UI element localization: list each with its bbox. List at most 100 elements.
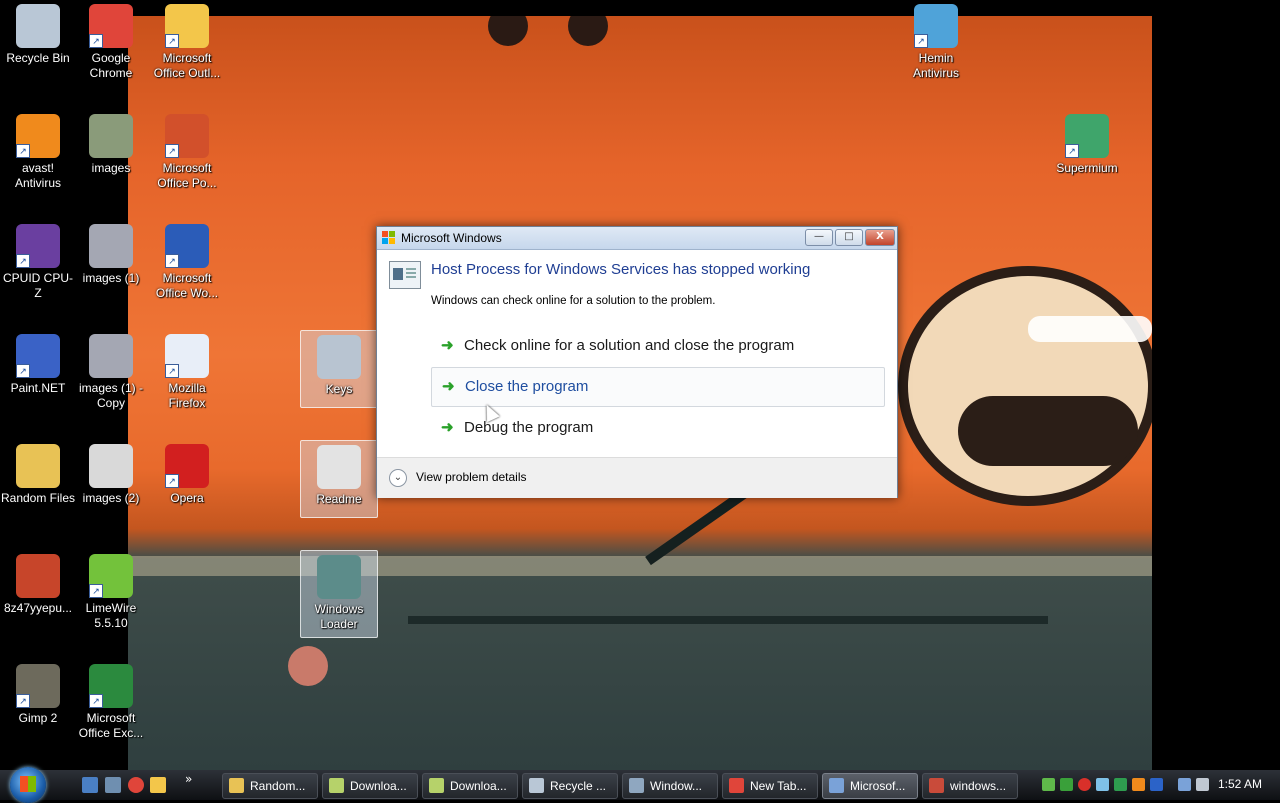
dialog-footer: ⌄ View problem details (377, 457, 897, 498)
taskbar-label: Downloa... (350, 779, 407, 793)
icon-label: CPUID CPU-Z (2, 271, 73, 300)
paintnet-shortcut[interactable]: ↗ Paint.NET (0, 330, 76, 396)
opera-shortcut[interactable]: ↗ Opera (149, 440, 225, 506)
wallpaper-highlight (1028, 316, 1152, 342)
green-arrow-icon: ➜ (442, 378, 455, 395)
taskbar-label: Microsof... (850, 779, 906, 793)
powerpoint-shortcut[interactable]: ↗ Microsoft Office Po... (149, 110, 225, 191)
taskbar-button-random-files[interactable]: Random... (222, 773, 318, 799)
excel-shortcut[interactable]: ↗ Microsoft Office Exc... (73, 660, 149, 741)
icon-label: Microsoft Office Exc... (78, 711, 144, 740)
taskbar-button-microsoft-windows[interactable]: Microsof... (822, 773, 918, 799)
taskbar-label: Window... (650, 779, 703, 793)
option-label: Close the program (465, 378, 589, 395)
taskbar-button-downloads-1[interactable]: Downloa... (322, 773, 418, 799)
tray-app-icon[interactable] (1114, 778, 1127, 791)
outlook-shortcut[interactable]: ↗ Microsoft Office Outl... (149, 0, 225, 81)
recycle-bin-shortcut[interactable]: Recycle Bin (0, 0, 76, 66)
icon-label: Readme (316, 492, 362, 506)
chevron-down-icon[interactable]: ⌄ (389, 469, 407, 487)
switch-windows-icon[interactable] (105, 777, 121, 793)
avast-icon: ↗ (16, 114, 60, 158)
chrome-icon (729, 778, 744, 793)
folder-icon (229, 778, 244, 793)
check-online-option[interactable]: ➜ Check online for a solution and close … (431, 327, 883, 365)
powerpoint-icon: ↗ (165, 114, 209, 158)
taskbar-button-windows-web[interactable]: windows... (922, 773, 1018, 799)
icon-label: Paint.NET (10, 381, 66, 395)
icon-label: images (91, 161, 131, 175)
program-window-icon (389, 261, 421, 289)
computer-icon (629, 778, 644, 793)
tray-error-icon[interactable] (1078, 778, 1091, 791)
start-button[interactable] (10, 767, 46, 803)
taskbar: » Random... Downloa... Downloa... Recycl… (0, 767, 1280, 803)
word-shortcut[interactable]: ↗ Microsoft Office Wo... (149, 220, 225, 301)
tray-app-icon[interactable] (1060, 778, 1073, 791)
image-file-icon (89, 444, 133, 488)
wallpaper-face (898, 266, 1152, 506)
google-chrome-shortcut[interactable]: ↗ Google Chrome (73, 0, 149, 81)
view-problem-details-link[interactable]: View problem details (416, 470, 527, 484)
windows-flag-icon (382, 230, 396, 244)
wallpaper-mustache (958, 396, 1138, 466)
volume-muted-icon[interactable] (1196, 778, 1209, 791)
taskbar-button-recycle-bin[interactable]: Recycle ... (522, 773, 618, 799)
keys-file[interactable]: Keys (300, 330, 378, 408)
images-2-file[interactable]: images (2) (73, 440, 149, 506)
taskbar-button-downloads-2[interactable]: Downloa... (422, 773, 518, 799)
windows-flag-icon (829, 778, 844, 793)
error-heading: Host Process for Windows Services has st… (431, 261, 811, 278)
icon-label: images (2) (82, 491, 140, 505)
wallpaper-band (128, 556, 1152, 576)
close-button[interactable]: X (865, 229, 895, 246)
wallpaper-line (408, 616, 1048, 624)
taskbar-button-new-tab[interactable]: New Tab... (722, 773, 818, 799)
icon-label: LimeWire 5.5.10 (85, 601, 137, 630)
tray-app-icon[interactable] (1096, 778, 1109, 791)
cpuz-shortcut[interactable]: ↗ CPUID CPU-Z (0, 220, 76, 301)
dialog-titlebar[interactable]: Microsoft Windows — □ X (377, 227, 897, 250)
image-file-8z47[interactable]: 8z47yyepu... (0, 550, 76, 616)
taskbar-label: Recycle ... (550, 779, 607, 793)
minimize-button[interactable]: — (805, 229, 833, 246)
show-desktop-icon[interactable] (82, 777, 98, 793)
icon-label: Microsoft Office Outl... (153, 51, 221, 80)
taskbar-button-windows[interactable]: Window... (622, 773, 718, 799)
outlook-quicklaunch-icon[interactable] (150, 777, 166, 793)
image-file-icon (89, 224, 133, 268)
settings-file-icon (317, 335, 361, 379)
supermium-shortcut[interactable]: ↗ Supermium (1049, 110, 1125, 176)
images-1-file[interactable]: images (1) (73, 220, 149, 286)
quicklaunch-overflow-icon[interactable]: » (185, 772, 201, 788)
images-file[interactable]: images (73, 110, 149, 176)
gimp-shortcut[interactable]: ↗ Gimp 2 (0, 660, 76, 726)
images-1-copy-file[interactable]: images (1) - Copy (73, 330, 149, 411)
paintnet-icon: ↗ (16, 334, 60, 378)
hemin-antivirus-shortcut[interactable]: ↗ Hemin Antivirus (898, 0, 974, 81)
green-arrow-icon: ➜ (441, 337, 454, 354)
avast-shortcut[interactable]: ↗ avast! Antivirus (0, 110, 76, 191)
error-dialog: Microsoft Windows — □ X Host Process for… (376, 226, 898, 498)
icon-label: Supermium (1056, 161, 1118, 175)
tray-app-icon[interactable] (1150, 778, 1163, 791)
close-program-option[interactable]: ➜ Close the program (431, 367, 885, 407)
supermium-icon: ↗ (1065, 114, 1109, 158)
tray-antivirus-icon[interactable] (1132, 778, 1145, 791)
green-arrow-icon: ➜ (441, 419, 454, 436)
windows-loader-file[interactable]: Windows Loader (300, 550, 378, 638)
chrome-quicklaunch-icon[interactable] (128, 777, 144, 793)
random-files-folder[interactable]: Random Files (0, 440, 76, 506)
tray-app-icon[interactable] (1042, 778, 1055, 791)
limewire-shortcut[interactable]: ↗ LimeWire 5.5.10 (73, 550, 149, 631)
maximize-button[interactable]: □ (835, 229, 863, 246)
recycle-bin-icon (16, 4, 60, 48)
icon-label: Random Files (0, 491, 76, 505)
network-icon[interactable] (1178, 778, 1191, 791)
image-file-icon (89, 114, 133, 158)
limewire-icon: ↗ (89, 554, 133, 598)
firefox-shortcut[interactable]: ↗ Mozilla Firefox (149, 330, 225, 411)
opera-icon: ↗ (165, 444, 209, 488)
clock[interactable]: 1:52 AM (1218, 777, 1262, 791)
readme-file[interactable]: Readme (300, 440, 378, 518)
